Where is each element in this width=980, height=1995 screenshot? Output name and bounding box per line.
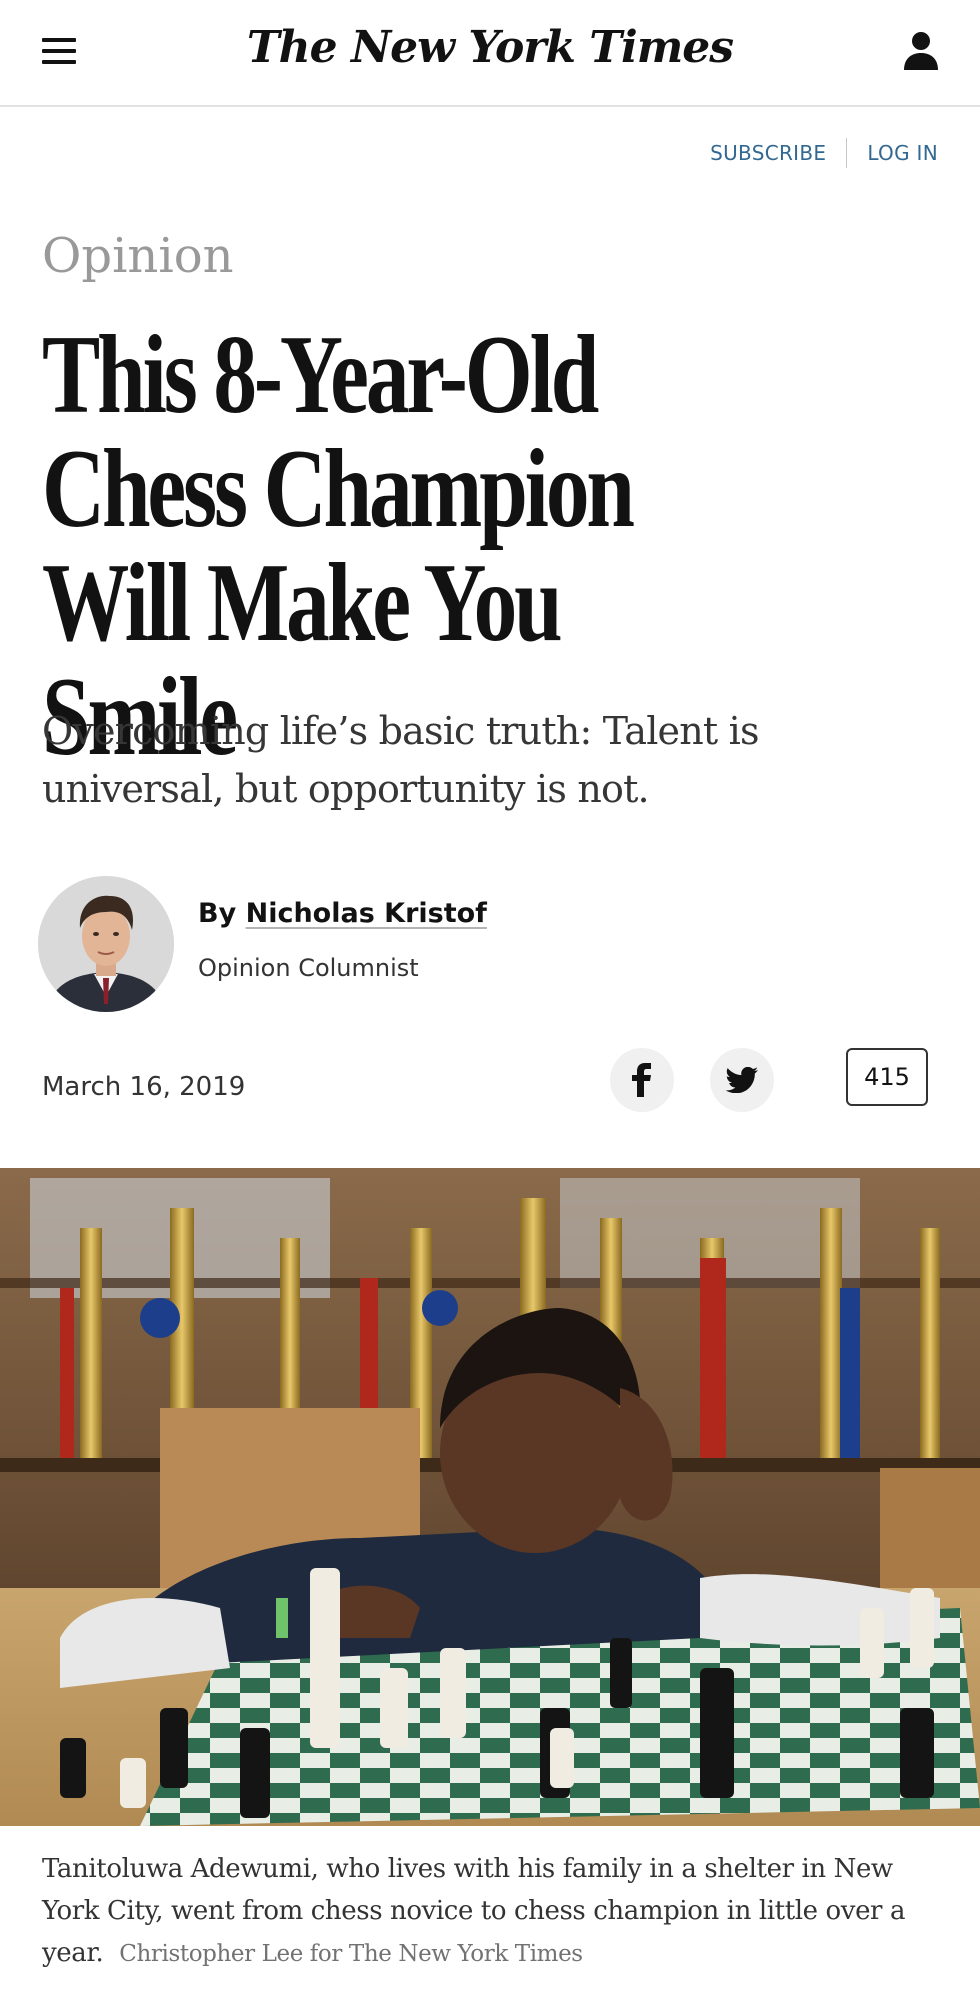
photo-caption: Tanitoluwa Adewumi, who lives with his f…: [42, 1848, 942, 1975]
lead-photo: [0, 1168, 980, 1826]
publish-date: March 16, 2019: [42, 1072, 246, 1102]
twitter-icon: [726, 1067, 758, 1093]
top-navigation-bar: The New York Times: [0, 0, 980, 107]
author-name-link[interactable]: Nicholas Kristof: [246, 898, 487, 929]
photo-credit: Christopher Lee for The New York Times: [119, 1941, 583, 1967]
comment-count: 415: [864, 1063, 910, 1091]
auth-links: SUBSCRIBE LOG IN: [710, 138, 938, 168]
divider: [846, 138, 848, 168]
user-icon[interactable]: [902, 30, 940, 72]
comments-button[interactable]: 415: [846, 1048, 928, 1106]
login-link[interactable]: LOG IN: [867, 141, 938, 165]
headline-line: This 8-Year-Old: [42, 313, 599, 437]
subscribe-link[interactable]: SUBSCRIBE: [710, 141, 826, 165]
section-kicker[interactable]: Opinion: [42, 228, 234, 284]
byline: By Nicholas Kristof: [198, 898, 487, 929]
masthead-logo[interactable]: The New York Times: [0, 22, 980, 73]
article-summary: Overcoming life’s basic truth: Talent is…: [42, 709, 760, 811]
facebook-icon: [632, 1063, 651, 1097]
headline-line: Chess Champion: [42, 427, 635, 551]
byline-prefix: By: [198, 898, 237, 929]
author-avatar[interactable]: [38, 876, 174, 1012]
author-role: Opinion Columnist: [198, 954, 419, 982]
facebook-share-button[interactable]: [610, 1048, 674, 1112]
twitter-share-button[interactable]: [710, 1048, 774, 1112]
